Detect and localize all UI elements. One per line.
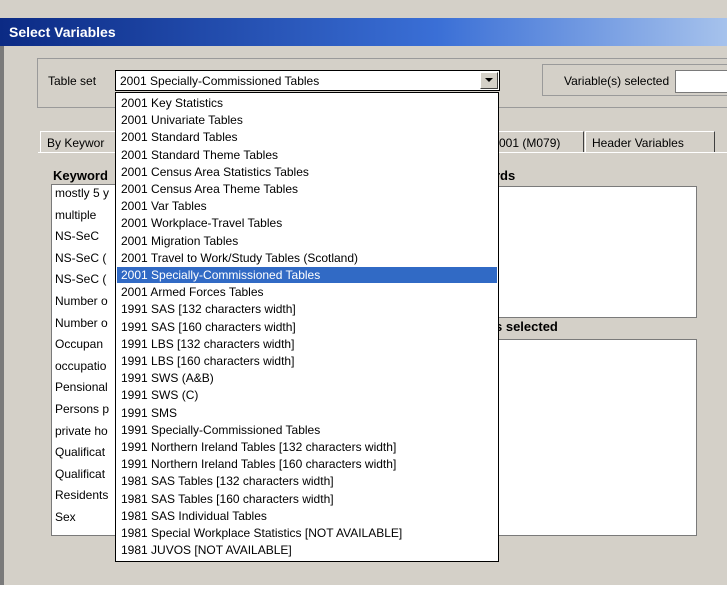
dropdown-option[interactable]: 1991 Northern Ireland Tables [160 charac… <box>117 456 497 472</box>
keyword-item[interactable]: Number o <box>55 294 108 308</box>
variables-selected-label: Variable(s) selected <box>564 74 670 88</box>
words-list[interactable] <box>490 186 697 318</box>
tab-label: Header Variables <box>592 136 684 150</box>
keyword-item[interactable]: mostly 5 y <box>55 186 109 200</box>
table-set-label: Table set <box>48 74 97 88</box>
window-edge <box>0 46 4 585</box>
dropdown-button[interactable] <box>480 72 498 89</box>
dropdown-option[interactable]: 2001 Workplace-Travel Tables <box>117 215 497 231</box>
dropdown-option[interactable]: 2001 Key Statistics <box>117 95 497 111</box>
dropdown-option[interactable]: 2001 Migration Tables <box>117 233 497 249</box>
dropdown-option[interactable]: 2001 Standard Theme Tables <box>117 147 497 163</box>
dropdown-option[interactable]: 1991 Northern Ireland Tables [132 charac… <box>117 439 497 455</box>
keyword-item[interactable]: Occupan <box>55 337 103 351</box>
dropdown-option[interactable]: 2001 Univariate Tables <box>117 112 497 128</box>
tab-header-variables[interactable]: Header Variables <box>585 131 715 153</box>
window-title: Select Variables <box>9 24 116 40</box>
dropdown-option[interactable]: 1981 SAS Individual Tables <box>117 508 497 524</box>
keyword-item[interactable]: NS-SeC ( <box>55 272 106 286</box>
chevron-down-icon <box>485 78 493 82</box>
dropdown-option[interactable]: 1981 Special Workplace Statistics [NOT A… <box>117 525 497 541</box>
dropdown-option[interactable]: 1991 SAS [132 characters width] <box>117 301 497 317</box>
keyword-list[interactable]: mostly 5 y multiple NS-SeC NS-SeC ( NS-SeC (… <box>51 184 118 536</box>
dropdown-option[interactable]: 1991 SWS (A&B) <box>117 370 497 386</box>
selected-heading: s selected <box>495 319 558 334</box>
keyword-item[interactable]: Number o <box>55 316 108 330</box>
keyword-item[interactable]: Qualificat <box>55 467 105 481</box>
dropdown-option[interactable]: 1981 SAS Tables [160 characters width] <box>117 491 497 507</box>
dropdown-option[interactable]: 2001 Specially-Commissioned Tables <box>117 267 497 283</box>
keyword-item[interactable]: Pensional <box>55 380 108 394</box>
table-set-dropdown-list[interactable]: 2001 Key Statistics 2001 Univariate Table… <box>115 92 499 562</box>
dropdown-option[interactable]: 1981 SAS Tables [132 characters width] <box>117 473 497 489</box>
dropdown-option[interactable]: 1991 SMS <box>117 405 497 421</box>
table-set-combobox[interactable]: 2001 Specially-Commissioned Tables <box>115 70 500 91</box>
keyword-item[interactable]: Residents <box>55 488 108 502</box>
keyword-item[interactable]: NS-SeC <box>55 229 99 243</box>
tab-label: By Keywor <box>47 136 105 150</box>
dropdown-option[interactable]: 2001 Armed Forces Tables <box>117 284 497 300</box>
dropdown-option[interactable]: 1991 LBS [160 characters width] <box>117 353 497 369</box>
keyword-item[interactable]: Qualificat <box>55 445 105 459</box>
title-bar[interactable]: Select Variables <box>0 18 727 46</box>
dropdown-option[interactable]: 2001 Travel to Work/Study Tables (Scotla… <box>117 250 497 266</box>
dropdown-option[interactable]: 1991 LBS [132 characters width] <box>117 336 497 352</box>
tab-by-keyword[interactable]: By Keywor <box>40 131 120 153</box>
dropdown-option[interactable]: 1981 JUVOS [NOT AVAILABLE] <box>117 542 497 558</box>
keyword-item[interactable]: multiple <box>55 208 96 222</box>
dropdown-option[interactable]: 2001 Var Tables <box>117 198 497 214</box>
keyword-heading: Keyword <box>53 168 108 183</box>
keyword-item[interactable]: Persons p <box>55 402 109 416</box>
keyword-item[interactable]: Sex <box>55 510 76 524</box>
dropdown-option[interactable]: 2001 Standard Tables <box>117 129 497 145</box>
table-set-value: 2001 Specially-Commissioned Tables <box>120 74 320 88</box>
dropdown-option[interactable]: 2001 Census Area Statistics Tables <box>117 164 497 180</box>
keyword-item[interactable]: private ho <box>55 424 108 438</box>
tab-label: 001 (M079) <box>499 136 561 150</box>
dropdown-option[interactable]: 1991 SAS [160 characters width] <box>117 319 497 335</box>
keyword-item[interactable]: NS-SeC ( <box>55 251 106 265</box>
tab-m079[interactable]: 001 (M079) <box>495 131 584 153</box>
keyword-item[interactable]: occupatio <box>55 359 106 373</box>
dropdown-option[interactable]: 2001 Census Area Theme Tables <box>117 181 497 197</box>
selected-list[interactable] <box>490 339 697 536</box>
variables-selected-field[interactable] <box>675 70 727 93</box>
dropdown-option[interactable]: 1991 Specially-Commissioned Tables <box>117 422 497 438</box>
dropdown-option[interactable]: 1991 SWS (C) <box>117 387 497 403</box>
select-variables-window: Select Variables Table set 2001 Speciall… <box>0 0 727 585</box>
